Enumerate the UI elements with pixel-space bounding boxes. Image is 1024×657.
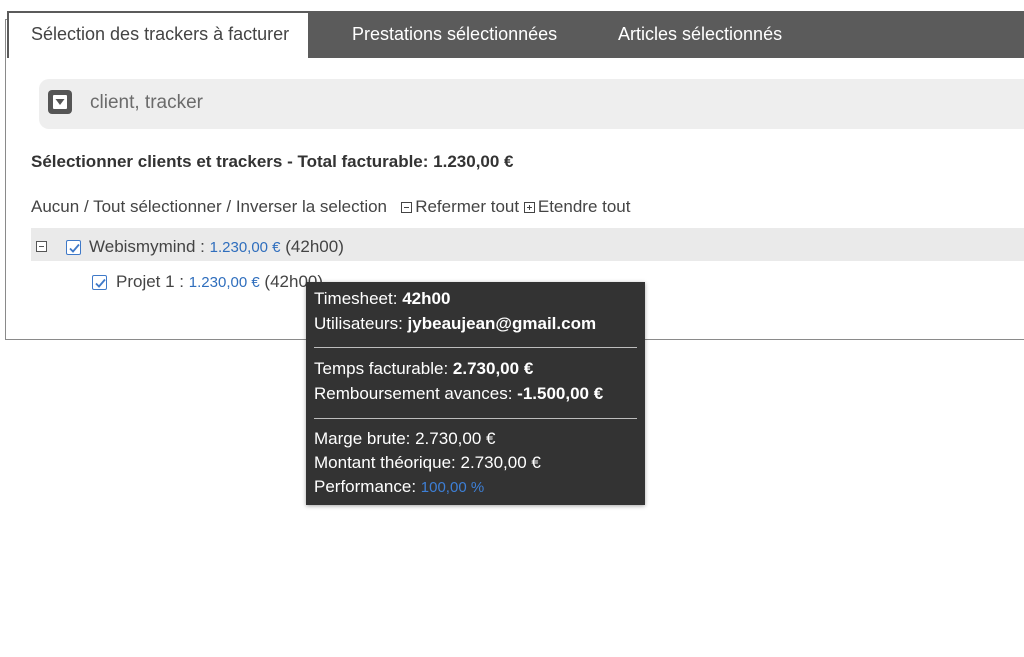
billable-label: Temps facturable: (314, 359, 449, 378)
gross-margin-line: Marge brute: 2.730,00 € (314, 429, 496, 448)
billable-line: Temps facturable: 2.730,00 € (314, 359, 533, 379)
performance-line: Performance: 100,00 % (314, 477, 484, 497)
search-placeholder: client, tracker (90, 92, 203, 113)
client-name: Webismymind : (89, 237, 205, 256)
project-amount: 1.230,00 € (188, 274, 260, 291)
separator: / (83, 197, 89, 216)
users-line: Utilisateurs: jybeaujean@gmail.com (314, 314, 596, 334)
timesheet-line: Timesheet: 42h00 (314, 289, 450, 309)
performance-label: Performance: (314, 477, 417, 496)
filter-dropdown-icon[interactable] (48, 90, 72, 114)
client-label: Webismymind : 1.230,00 € (42h00) (89, 237, 344, 257)
tree-row-client: Webismymind : 1.230,00 € (42h00) (31, 228, 1024, 261)
project-checkbox[interactable] (92, 275, 107, 290)
performance-value: 100,00 % (420, 479, 485, 496)
client-amount: 1.230,00 € (209, 239, 281, 256)
users-label: Utilisateurs: (314, 314, 403, 333)
tab-selected-services[interactable]: Prestations sélectionnées (352, 11, 557, 58)
users-value: jybeaujean@gmail.com (407, 314, 597, 333)
project-name: Projet 1 : (116, 272, 185, 291)
expand-icon (523, 202, 535, 213)
advances-line: Remboursement avances: -1.500,00 € (314, 384, 603, 404)
client-hours: (42h00) (285, 237, 344, 256)
collapse-icon (401, 202, 413, 213)
advances-value: -1.500,00 € (517, 384, 604, 403)
billable-value: 2.730,00 € (452, 359, 534, 378)
selection-actions: Aucun / Tout sélectionner / Inverser la … (31, 197, 630, 217)
advances-label: Remboursement avances: (314, 384, 513, 403)
select-all-link[interactable]: Tout sélectionner (93, 197, 222, 216)
divider (314, 418, 637, 419)
expand-all-link[interactable]: Etendre tout (523, 197, 631, 216)
search-field[interactable]: client, tracker (39, 79, 1024, 129)
collapse-all-label: Refermer tout (415, 197, 520, 216)
theoretical-amount-line: Montant théorique: 2.730,00 € (314, 453, 541, 472)
collapse-all-link[interactable]: Refermer tout (401, 197, 519, 216)
tab-bar: Sélection des trackers à facturer Presta… (7, 11, 1024, 60)
collapse-toggle-icon[interactable] (36, 241, 47, 252)
tracker-details-tooltip: Timesheet: 42h00 Utilisateurs: jybeaujea… (306, 282, 645, 505)
client-checkbox[interactable] (66, 240, 81, 255)
expand-all-label: Etendre tout (537, 197, 631, 216)
select-none-link[interactable]: Aucun (31, 197, 79, 216)
timesheet-label: Timesheet: (314, 289, 398, 308)
invert-selection-link[interactable]: Inverser la selection (236, 197, 387, 216)
project-label: Projet 1 : 1.230,00 € (42h00) (116, 272, 323, 292)
divider (314, 347, 637, 348)
separator: / (226, 197, 232, 216)
timesheet-value: 42h00 (402, 289, 451, 308)
tab-selected-articles[interactable]: Articles sélectionnés (618, 11, 782, 58)
tab-tracker-selection[interactable]: Sélection des trackers à facturer (9, 13, 309, 60)
section-heading: Sélectionner clients et trackers - Total… (31, 152, 514, 171)
